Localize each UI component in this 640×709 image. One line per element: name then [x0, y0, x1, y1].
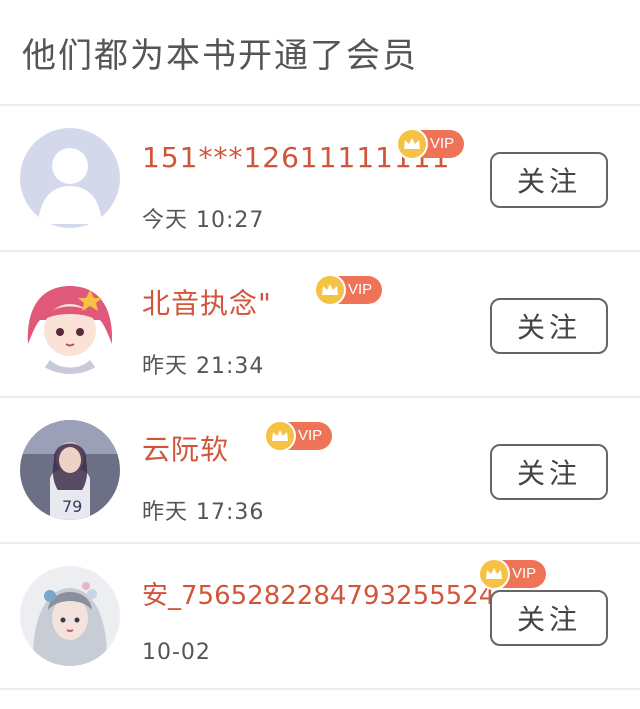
crown-icon: [314, 274, 346, 306]
member-name[interactable]: 安_7565282284793255524: [142, 581, 495, 611]
member-row[interactable]: 79 云阮软 VIP 昨天 17:36 关注: [0, 398, 640, 544]
member-name-group: 北音执念" VIP: [142, 274, 383, 326]
member-row[interactable]: 151***12611111111 VIP 今天 10:27 关注: [0, 106, 640, 252]
follow-button[interactable]: 关注: [490, 590, 608, 646]
member-name[interactable]: 北音执念": [142, 287, 272, 320]
crown-icon: [478, 558, 510, 590]
default-avatar-icon[interactable]: [20, 128, 120, 228]
vip-badge: VIP: [264, 420, 333, 452]
vip-badge: VIP: [478, 558, 547, 590]
svg-text:79: 79: [62, 497, 82, 516]
follow-button[interactable]: 关注: [490, 298, 608, 354]
section-title: 他们都为本书开通了会员: [22, 35, 418, 76]
illustration-avatar[interactable]: [20, 566, 120, 666]
member-name-group: 安_7565282284793255524 VIP: [142, 558, 547, 618]
vip-badge-label: VIP: [430, 135, 455, 152]
photo-avatar[interactable]: 79: [20, 420, 120, 520]
member-name-group: 云阮软 VIP: [142, 420, 333, 472]
anime-girl-avatar[interactable]: [20, 274, 120, 374]
follow-button[interactable]: 关注: [490, 444, 608, 500]
vip-badge: VIP: [396, 128, 465, 160]
member-name[interactable]: 云阮软: [142, 433, 229, 466]
vip-badge-label: VIP: [348, 281, 373, 298]
vip-badge: VIP: [314, 274, 383, 306]
crown-icon: [264, 420, 296, 452]
follow-button[interactable]: 关注: [490, 152, 608, 208]
section-header: 他们都为本书开通了会员: [0, 0, 640, 106]
member-list-page: 他们都为本书开通了会员 151***12611111111 VIP 今天 10:…: [0, 0, 640, 709]
member-row[interactable]: 北音执念" VIP 昨天 21:34 关注: [0, 252, 640, 398]
member-join-time: 10-02: [142, 640, 211, 665]
vip-badge-label: VIP: [298, 427, 323, 444]
vip-badge-label: VIP: [512, 565, 537, 582]
member-name-group: 151***12611111111 VIP: [142, 128, 465, 180]
member-join-time: 昨天 17:36: [142, 500, 265, 525]
member-join-time: 昨天 21:34: [142, 354, 265, 379]
member-join-time: 今天 10:27: [142, 208, 265, 233]
member-row[interactable]: 安_7565282284793255524 VIP 10-02 关注: [0, 544, 640, 690]
crown-icon: [396, 128, 428, 160]
